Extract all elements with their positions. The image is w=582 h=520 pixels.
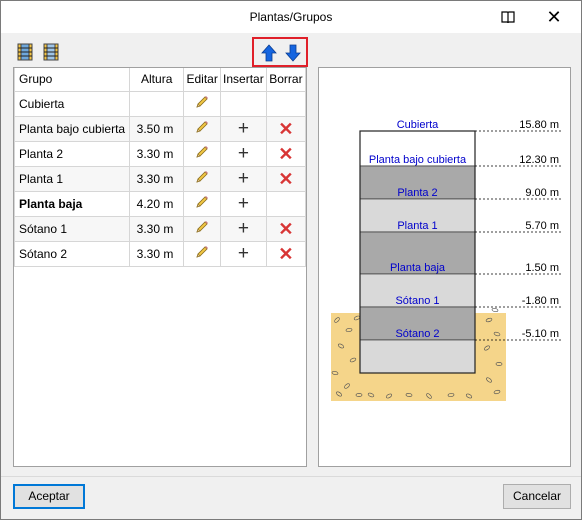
edit-pencil-icon[interactable] xyxy=(183,190,221,217)
cell-altura xyxy=(129,90,185,117)
table-row[interactable]: Planta baja 4.20 m + xyxy=(14,190,306,217)
level-name-label: Planta 1 xyxy=(397,220,437,232)
cell-grupo: Planta baja xyxy=(14,190,131,217)
insert-plus-icon[interactable]: + xyxy=(219,240,267,267)
cancel-button[interactable]: Cancelar xyxy=(503,484,571,509)
level-name-label: Sótano 1 xyxy=(395,295,439,307)
elevation-label: 12.30 m xyxy=(519,154,559,166)
table-row[interactable]: Sótano 1 3.30 m + ✕ xyxy=(14,215,306,242)
floor-grid-icon[interactable] xyxy=(17,43,33,61)
cell-grupo: Cubierta xyxy=(14,90,131,117)
move-buttons-highlight xyxy=(252,37,308,67)
delete-x-icon[interactable]: ✕ xyxy=(265,140,306,167)
accept-button[interactable]: Aceptar xyxy=(13,484,85,509)
dialog-window: Plantas/Grupos ✕ Grupo Altura Editar Ins… xyxy=(0,0,582,520)
level-name-label: Planta 2 xyxy=(397,187,437,199)
delete-x-icon[interactable]: ✕ xyxy=(265,215,306,242)
table-row[interactable]: Cubierta xyxy=(14,90,306,117)
insert-plus-icon[interactable]: + xyxy=(219,140,267,167)
edit-pencil-icon[interactable] xyxy=(183,90,221,117)
insert-plus-icon[interactable]: + xyxy=(219,115,267,142)
edit-pencil-icon[interactable] xyxy=(183,140,221,167)
floor-grid-add-icon[interactable] xyxy=(43,43,59,61)
edit-pencil-icon[interactable] xyxy=(183,165,221,192)
header-altura: Altura xyxy=(129,68,185,92)
insert-cell-empty xyxy=(219,90,267,117)
cell-grupo: Planta 1 xyxy=(14,165,131,192)
floor-band xyxy=(359,339,476,374)
cell-grupo: Sótano 1 xyxy=(14,215,131,242)
cell-altura: 3.30 m xyxy=(129,215,185,242)
delete-cell-empty xyxy=(265,90,306,117)
book-icon[interactable] xyxy=(485,1,531,33)
delete-x-icon[interactable]: ✕ xyxy=(265,240,306,267)
elevation-label: -1.80 m xyxy=(522,295,559,307)
building-diagram-panel: Cubierta 15.80 m Planta bajo cubierta 12.30… xyxy=(318,67,571,467)
header-editar: Editar xyxy=(183,68,221,92)
footer-separator xyxy=(1,476,581,477)
table-row[interactable]: Sótano 2 3.30 m + ✕ xyxy=(14,240,306,267)
groups-table-panel: Grupo Altura Editar Insertar Borrar Cubi… xyxy=(13,67,307,467)
level-name-label: Cubierta xyxy=(397,119,439,131)
cell-grupo: Planta bajo cubierta xyxy=(14,115,131,142)
level-name-label: Planta bajo cubierta xyxy=(369,154,467,166)
delete-x-icon[interactable]: ✕ xyxy=(265,115,306,142)
delete-cell-empty xyxy=(265,190,306,217)
cell-altura: 4.20 m xyxy=(129,190,185,217)
cell-grupo: Sótano 2 xyxy=(14,240,131,267)
edit-pencil-icon[interactable] xyxy=(183,215,221,242)
table-row[interactable]: Planta bajo cubierta 3.50 m + ✕ xyxy=(14,115,306,142)
elevation-label: 9.00 m xyxy=(525,187,559,199)
table-header-row: Grupo Altura Editar Insertar Borrar xyxy=(14,68,306,92)
elevation-label: 15.80 m xyxy=(519,119,559,131)
groups-table: Grupo Altura Editar Insertar Borrar Cubi… xyxy=(14,68,306,267)
elevation-label: 1.50 m xyxy=(525,262,559,274)
cell-grupo: Planta 2 xyxy=(14,140,131,167)
table-row[interactable]: Planta 1 3.30 m + ✕ xyxy=(14,165,306,192)
cell-altura: 3.50 m xyxy=(129,115,185,142)
edit-pencil-icon[interactable] xyxy=(183,115,221,142)
close-icon[interactable]: ✕ xyxy=(531,1,577,33)
level-name-label: Sótano 2 xyxy=(395,328,439,340)
insert-plus-icon[interactable]: + xyxy=(219,190,267,217)
soil-pebble xyxy=(491,307,499,313)
title-bar: Plantas/Grupos ✕ xyxy=(1,1,581,33)
cell-altura: 3.30 m xyxy=(129,240,185,267)
arrow-up-icon[interactable] xyxy=(261,44,277,62)
insert-plus-icon[interactable]: + xyxy=(219,215,267,242)
delete-x-icon[interactable]: ✕ xyxy=(265,165,306,192)
cell-altura: 3.30 m xyxy=(129,140,185,167)
cell-altura: 3.30 m xyxy=(129,165,185,192)
building-section-diagram: Cubierta 15.80 m Planta bajo cubierta 12.30… xyxy=(331,119,561,401)
header-insertar: Insertar xyxy=(219,68,267,92)
elevation-label: -5.10 m xyxy=(522,328,559,340)
arrow-down-icon[interactable] xyxy=(285,44,301,62)
level-name-label: Planta baja xyxy=(390,262,446,274)
header-grupo: Grupo xyxy=(14,68,131,92)
elevation-label: 5.70 m xyxy=(525,220,559,232)
insert-plus-icon[interactable]: + xyxy=(219,165,267,192)
table-row[interactable]: Planta 2 3.30 m + ✕ xyxy=(14,140,306,167)
edit-pencil-icon[interactable] xyxy=(183,240,221,267)
header-borrar: Borrar xyxy=(265,68,306,92)
